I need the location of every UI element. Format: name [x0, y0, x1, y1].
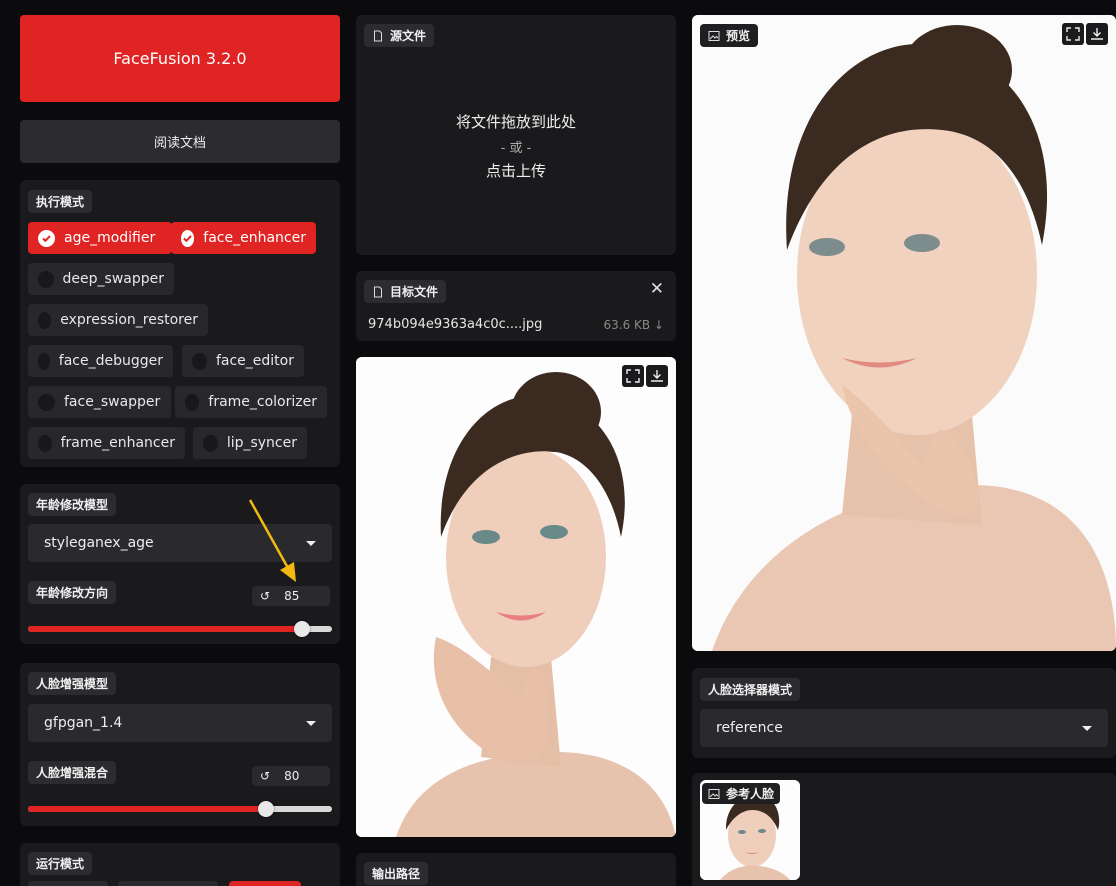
enhancer-blend-slider-fill	[28, 806, 266, 812]
processor-checkbox-label: face_debugger	[58, 353, 163, 369]
checkbox-icon	[192, 352, 207, 370]
processor-checkbox-deep-swapper[interactable]: deep_swapper	[28, 263, 174, 295]
preview-image	[692, 15, 1116, 651]
age-direction-slider-fill	[28, 626, 302, 632]
age-direction-value: 85	[284, 589, 300, 603]
target-file-size: 63.6 KB ↓	[603, 318, 664, 332]
processor-checkbox-lip-syncer[interactable]: lip_syncer	[193, 427, 307, 459]
download-icon[interactable]	[646, 365, 668, 387]
chevron-down-icon	[1082, 725, 1092, 731]
processor-checkbox-label: face_enhancer	[203, 230, 306, 246]
reference-face-thumbnail[interactable]: 参考人脸	[700, 780, 800, 880]
age-direction-slider-thumb[interactable]	[294, 621, 310, 637]
reset-icon[interactable]: ↺	[260, 769, 270, 783]
image-icon	[708, 788, 720, 799]
target-image	[356, 357, 676, 837]
processor-checkbox-face-enhancer[interactable]: face_enhancer	[171, 222, 316, 254]
age-model-value: styleganex_age	[44, 535, 154, 551]
checkbox-icon	[38, 352, 50, 370]
reset-icon[interactable]: ↺	[260, 589, 270, 603]
face-selector-value: reference	[716, 720, 783, 736]
run-mode-option[interactable]	[28, 881, 108, 886]
fullscreen-icon[interactable]	[622, 365, 644, 387]
download-icon[interactable]	[1086, 23, 1108, 45]
drop-text: 将文件拖放到此处	[455, 113, 576, 131]
file-icon	[374, 30, 382, 41]
run-mode-label: 运行模式	[28, 852, 93, 875]
target-filename[interactable]: 974b094e9363a4c0c....jpg	[368, 317, 542, 332]
file-icon	[374, 286, 382, 297]
output-path-label: 输出路径	[364, 862, 429, 885]
face-selector-dropdown[interactable]: reference	[700, 709, 1108, 747]
arrow-annotation-icon	[248, 499, 296, 582]
processor-checkbox-label: deep_swapper	[62, 271, 164, 287]
face-selector-label: 人脸选择器模式	[700, 678, 801, 701]
click-upload-text[interactable]: 点击上传	[356, 160, 676, 181]
portrait-image	[356, 357, 676, 837]
processor-checkbox-label: face_editor	[215, 353, 294, 369]
enhancer-blend-slider-thumb[interactable]	[258, 801, 274, 817]
processor-checkbox-expression-restorer[interactable]: expression_restorer	[28, 304, 208, 336]
run-mode-option-selected[interactable]	[229, 881, 301, 886]
run-mode-option[interactable]	[118, 881, 218, 886]
enhancer-model-value: gfpgan_1.4	[44, 715, 123, 731]
age-direction-label: 年龄修改方向	[28, 581, 117, 604]
checkbox-icon	[38, 270, 54, 288]
checkbox-icon	[38, 434, 52, 452]
checkbox-icon	[185, 393, 200, 411]
processor-checkbox-face-editor[interactable]: face_editor	[182, 345, 304, 377]
processor-checkbox-label: frame_colorizer	[208, 394, 317, 410]
preview-label: 预览	[700, 24, 759, 47]
chevron-down-icon	[306, 540, 316, 546]
checkmark-icon	[38, 229, 55, 247]
read-docs-button[interactable]: 阅读文档	[20, 120, 340, 163]
processor-checkbox-label: age_modifier	[64, 230, 156, 246]
enhancer-blend-number-input[interactable]: ↺ 80	[252, 766, 330, 786]
processor-checkbox-label: lip_syncer	[226, 435, 297, 451]
age-model-label: 年龄修改模型	[28, 493, 117, 516]
fullscreen-icon[interactable]	[1062, 23, 1084, 45]
processor-checkbox-frame-enhancer[interactable]: frame_enhancer	[28, 427, 185, 459]
output-path-panel: 输出路径	[356, 853, 676, 886]
enhancer-model-dropdown[interactable]: gfpgan_1.4	[28, 704, 332, 742]
checkbox-icon	[203, 434, 218, 452]
execution-mode-label: 执行模式	[28, 190, 93, 213]
enhancer-blend-label: 人脸增强混合	[28, 761, 117, 784]
reference-face-label: 参考人脸	[702, 783, 781, 804]
preview-panel: 预览	[692, 15, 1116, 651]
processor-checkbox-face-debugger[interactable]: face_debugger	[28, 345, 173, 377]
processor-checkbox-label: expression_restorer	[60, 312, 198, 328]
enhancer-blend-value: 80	[284, 769, 300, 783]
checkbox-icon	[38, 393, 55, 411]
checkmark-icon	[181, 229, 195, 247]
processor-checkbox-age-modifier[interactable]: age_modifier	[28, 222, 172, 254]
image-icon	[708, 30, 720, 41]
processor-checkbox-frame-colorizer[interactable]: frame_colorizer	[175, 386, 327, 418]
close-icon[interactable]: ✕	[650, 279, 664, 299]
processor-checkbox-label: frame_enhancer	[60, 435, 175, 451]
processor-checkbox-face-swapper[interactable]: face_swapper	[28, 386, 171, 418]
age-direction-number-input[interactable]: ↺ 85	[252, 586, 330, 606]
run-mode-panel: 运行模式	[20, 843, 340, 886]
enhancer-model-label: 人脸增强模型	[28, 672, 117, 695]
processor-checkbox-label: face_swapper	[64, 394, 161, 410]
face-enhancer-panel: 人脸增强模型	[20, 663, 340, 826]
app-title-button[interactable]: FaceFusion 3.2.0	[20, 15, 340, 102]
or-text: - 或 -	[500, 141, 532, 156]
target-file-panel: 目标文件 ✕ 974b094e9363a4c0c....jpg 63.6 KB …	[356, 271, 676, 341]
target-label: 目标文件	[364, 280, 447, 303]
chevron-down-icon	[306, 720, 316, 726]
age-direction-slider[interactable]	[28, 621, 332, 637]
enhancer-blend-slider[interactable]	[28, 801, 332, 817]
source-upload-dropzone[interactable]: 源文件 将文件拖放到此处 - 或 - 点击上传	[356, 15, 676, 255]
checkbox-icon	[38, 311, 52, 329]
source-label: 源文件	[364, 24, 435, 47]
